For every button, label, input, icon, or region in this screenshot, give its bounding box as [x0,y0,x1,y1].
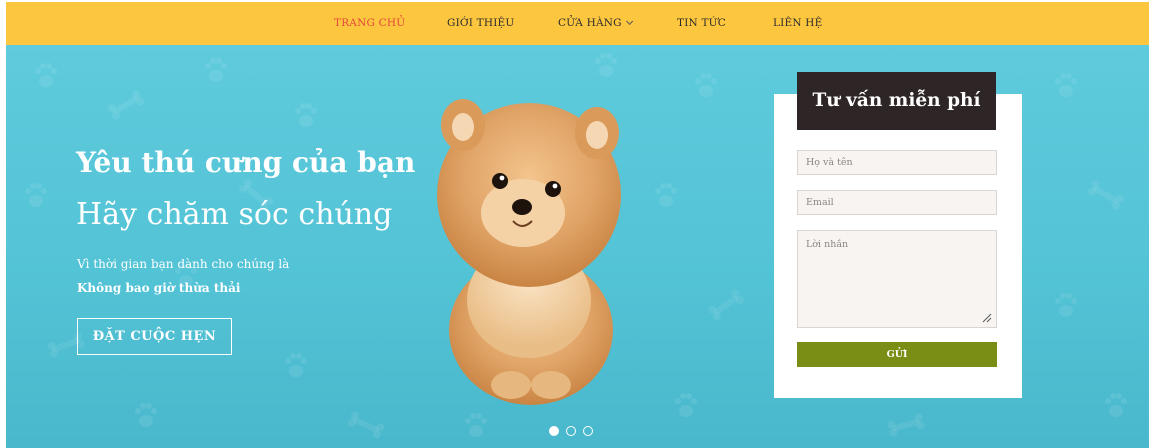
nav-item-shop-label: CỬA HÀNG [558,17,622,29]
book-appointment-button[interactable]: ĐẶT CUỘC HẸN [77,318,232,355]
pomeranian-puppy-image [437,99,621,405]
nav-item-home[interactable]: TRANG CHỦ [334,2,405,45]
submit-button[interactable]: GỬI [797,342,997,367]
name-input[interactable] [797,150,997,175]
slider-pagination [549,426,593,436]
nav-item-contact[interactable]: LIÊN HỆ [773,2,823,45]
nav-item-shop[interactable]: CỬA HÀNG [558,2,633,45]
nav-item-about[interactable]: GIỚI THIỆU [447,2,514,45]
nav-item-news[interactable]: TIN TỨC [677,2,726,45]
slide-dot[interactable] [583,426,593,436]
slide-dot[interactable] [549,426,559,436]
email-input[interactable] [797,190,997,215]
resize-handle-icon[interactable] [982,313,992,323]
hero-description-line2: Không bao giờ thừa thải [77,281,241,295]
hero-description-line1: Vì thời gian bạn dành cho chúng là [77,257,290,271]
message-textarea[interactable] [797,230,997,328]
hero-banner: Yêu thú cưng của bạn Hãy chăm sóc chúng … [6,45,1149,448]
form-title: Tư vấn miễn phí [797,72,996,130]
main-nav: TRANG CHỦ GIỚI THIỆU CỬA HÀNG TIN TỨC LI… [6,2,1149,45]
slide-dot[interactable] [566,426,576,436]
page-frame: TRANG CHỦ GIỚI THIỆU CỬA HÀNG TIN TỨC LI… [6,2,1149,448]
chevron-down-icon [625,17,633,25]
hero-subline: Hãy chăm sóc chúng [76,197,393,232]
hero-headline: Yêu thú cưng của bạn [76,146,416,179]
